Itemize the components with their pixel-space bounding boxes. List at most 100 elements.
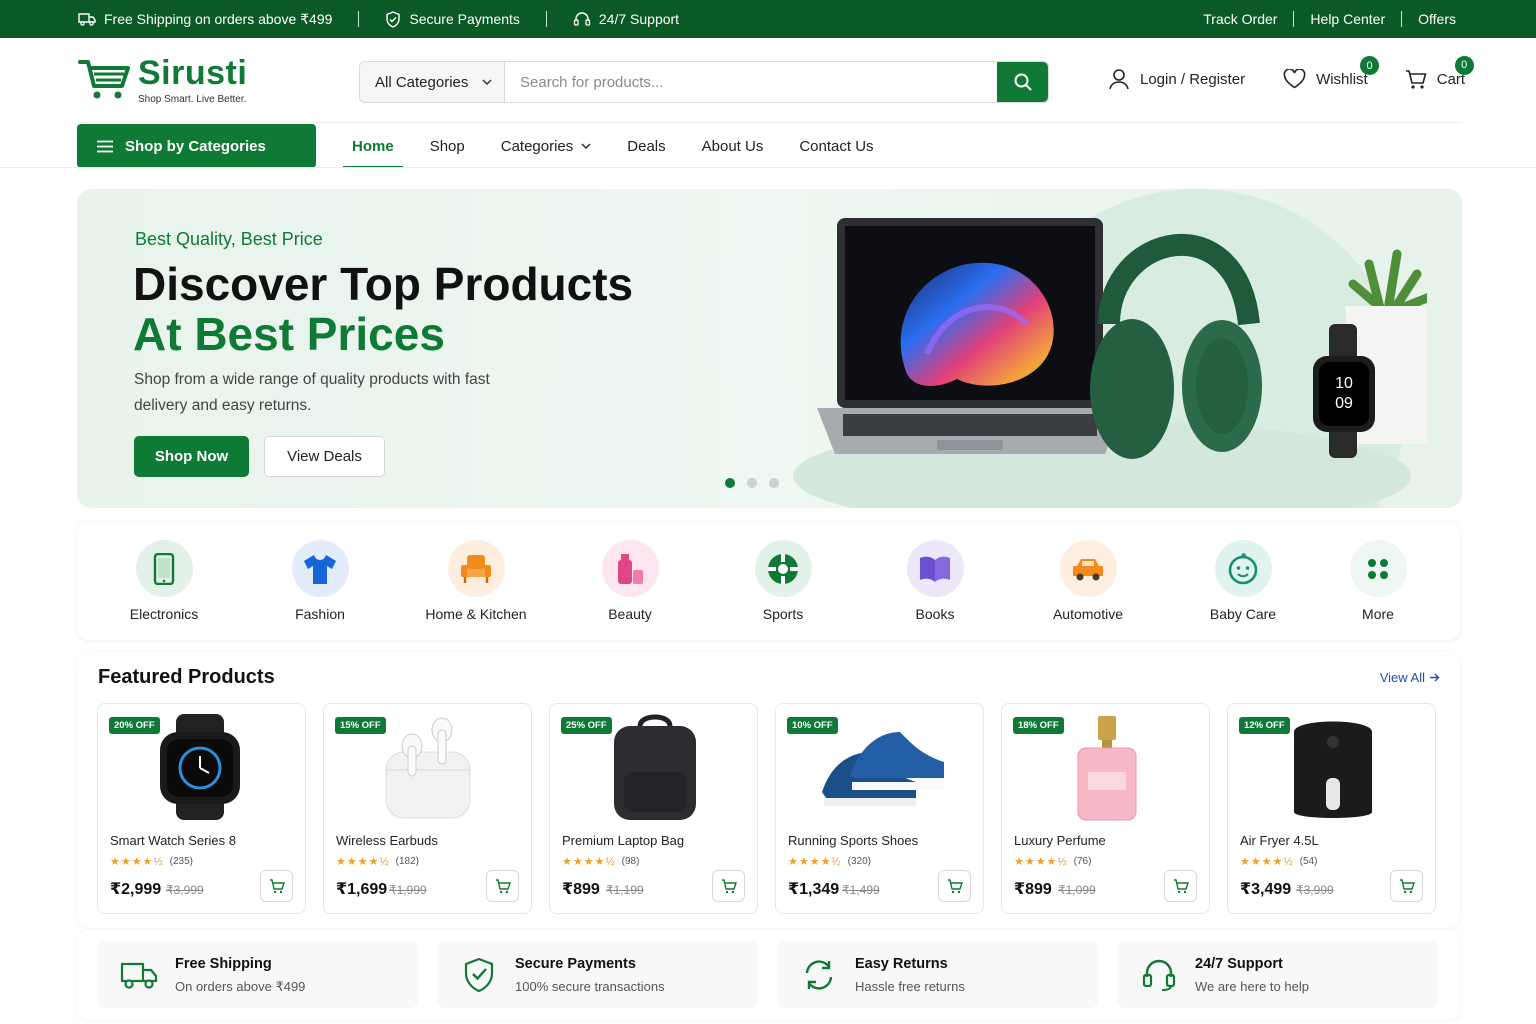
view-all-link[interactable]: View All (1380, 670, 1440, 685)
product-rating: ★★★★½ (320) (788, 855, 871, 868)
view-deals-button[interactable]: View Deals (264, 436, 385, 477)
carousel-dot[interactable] (725, 478, 735, 488)
hero-tagline: Best Quality, Best Price (135, 229, 323, 249)
product-name: Luxury Perfume (1014, 833, 1106, 848)
secure-payments-notice: Secure Payments (385, 10, 520, 28)
offers-link[interactable]: Offers (1418, 11, 1456, 27)
divider (1293, 11, 1295, 27)
wishlist-label: Wishlist (1316, 70, 1368, 88)
product-card[interactable]: 25% OFF Premium Laptop Bag ★★★★½ (98) ₹89… (549, 703, 758, 914)
category-beauty[interactable]: Beauty (570, 540, 690, 622)
category-books[interactable]: Books (875, 540, 995, 622)
product-card[interactable]: 15% OFF Wireless Earbuds ★★★★½ (182) ₹1,6… (323, 703, 532, 914)
nav-deals[interactable]: Deals (618, 124, 674, 168)
product-rating: ★★★★½ (54) (1240, 855, 1317, 868)
category-fashion[interactable]: Fashion (260, 540, 380, 622)
watch-hour: 10 (1335, 375, 1353, 392)
heart-icon (1283, 69, 1306, 89)
add-to-cart-button[interactable] (1164, 870, 1197, 902)
truck-icon (119, 955, 159, 995)
carousel-dot[interactable] (769, 478, 779, 488)
search-input[interactable] (505, 62, 997, 102)
support-notice: 24/7 Support (573, 11, 679, 28)
product-card[interactable]: 20% OFF Smart Watch Series 8 ★★★★½ (235) … (97, 703, 306, 914)
product-name: Running Sports Shoes (788, 833, 919, 848)
category-strip: Electronics Fashion Home & Kitchen Beaut… (77, 522, 1460, 640)
product-price: ₹2,999 (110, 881, 162, 898)
car-icon (1059, 540, 1117, 597)
login-register-label: Login / Register (1140, 70, 1246, 88)
main-nav: Home Shop Categories Deals About Us Cont… (343, 124, 901, 168)
air-fryer-image (1294, 721, 1372, 818)
product-card[interactable]: 10% OFF Running Sports Shoes ★★★★½ (320) … (775, 703, 984, 914)
star-rating-icon: ★★★★½ (788, 856, 842, 868)
star-rating-icon: ★★★★½ (110, 856, 164, 868)
earbuds-image (385, 717, 471, 819)
shield-check-icon (386, 10, 401, 28)
login-register-link[interactable]: Login / Register (1108, 68, 1245, 90)
product-rating: ★★★★½ (235) (110, 855, 193, 868)
carousel-dot[interactable] (747, 478, 757, 488)
nav-home[interactable]: Home (343, 124, 403, 168)
free-shipping-notice: Free Shipping on orders above ₹499 (78, 11, 332, 28)
feature-title: Free Shipping (175, 956, 272, 972)
nav-about-label: About Us (701, 137, 764, 155)
search-button[interactable] (997, 62, 1048, 102)
nav-shop[interactable]: Shop (421, 124, 474, 168)
cart-icon (721, 878, 737, 893)
carousel-dots (725, 478, 779, 488)
add-to-cart-button[interactable] (260, 870, 293, 902)
support-text: 24/7 Support (598, 11, 680, 27)
product-card[interactable]: 12% OFF Air Fryer 4.5L ★★★★½ (54) ₹3,499 … (1227, 703, 1436, 914)
headset-icon (1139, 955, 1179, 995)
original-price: ₹3,999 (1296, 883, 1334, 897)
product-price: ₹3,499 (1240, 881, 1292, 898)
nav-about[interactable]: About Us (693, 124, 773, 168)
original-price: ₹3,999 (166, 883, 204, 897)
cart-count-badge: 0 (1454, 55, 1474, 75)
divider (1401, 11, 1403, 27)
watch-minute: 09 (1335, 395, 1353, 412)
shield-check-icon (459, 955, 499, 995)
cart-icon (947, 878, 963, 893)
product-price: ₹1,349 (788, 881, 840, 898)
nav-home-label: Home (352, 137, 394, 155)
shop-by-categories-button[interactable]: Shop by Categories (77, 124, 316, 168)
add-to-cart-button[interactable] (1390, 870, 1423, 902)
star-rating-icon: ★★★★½ (336, 856, 390, 868)
nav-deals-label: Deals (627, 137, 666, 155)
category-sports[interactable]: Sports (723, 540, 843, 622)
cart-icon (1173, 878, 1189, 893)
category-automotive[interactable]: Automotive (1028, 540, 1148, 622)
product-card[interactable]: 18% OFF Luxury Perfume ★★★★½ (76) ₹899 ₹1… (1001, 703, 1210, 914)
cart-link[interactable]: Cart 0 (1405, 55, 1474, 90)
refresh-icon (799, 955, 839, 995)
category-select[interactable]: All Categories (360, 62, 505, 102)
category-electronics[interactable]: Electronics (104, 540, 224, 622)
help-center-link[interactable]: Help Center (1310, 11, 1385, 27)
add-to-cart-button[interactable] (486, 870, 519, 902)
category-label: Books (915, 606, 955, 622)
category-home-kitchen[interactable]: Home & Kitchen (416, 540, 536, 622)
category-more[interactable]: More (1318, 540, 1438, 622)
nav-categories[interactable]: Categories (492, 124, 601, 168)
brand-logo[interactable]: Sirusti Shop Smart. Live Better. (78, 56, 247, 105)
category-baby-care[interactable]: Baby Care (1183, 540, 1303, 622)
product-price: ₹899 (562, 881, 600, 898)
shop-now-button[interactable]: Shop Now (134, 436, 249, 477)
laptop-image (817, 218, 1123, 454)
secure-payments-text: Secure Payments (409, 11, 520, 27)
product-rating: ★★★★½ (98) (562, 855, 639, 868)
track-order-link[interactable]: Track Order (1203, 11, 1277, 27)
hero-title-line2: At Best Prices (133, 308, 445, 360)
feature-title: 24/7 Support (1195, 956, 1283, 972)
feature-title: Secure Payments (515, 956, 636, 972)
add-to-cart-button[interactable] (938, 870, 971, 902)
nav-contact[interactable]: Contact Us (790, 124, 882, 168)
add-to-cart-button[interactable] (712, 870, 745, 902)
cart-icon (1399, 878, 1415, 893)
divider (78, 122, 1462, 123)
nav-contact-label: Contact Us (799, 137, 874, 155)
wishlist-link[interactable]: Wishlist 0 (1283, 56, 1380, 89)
cart-icon (269, 878, 285, 893)
